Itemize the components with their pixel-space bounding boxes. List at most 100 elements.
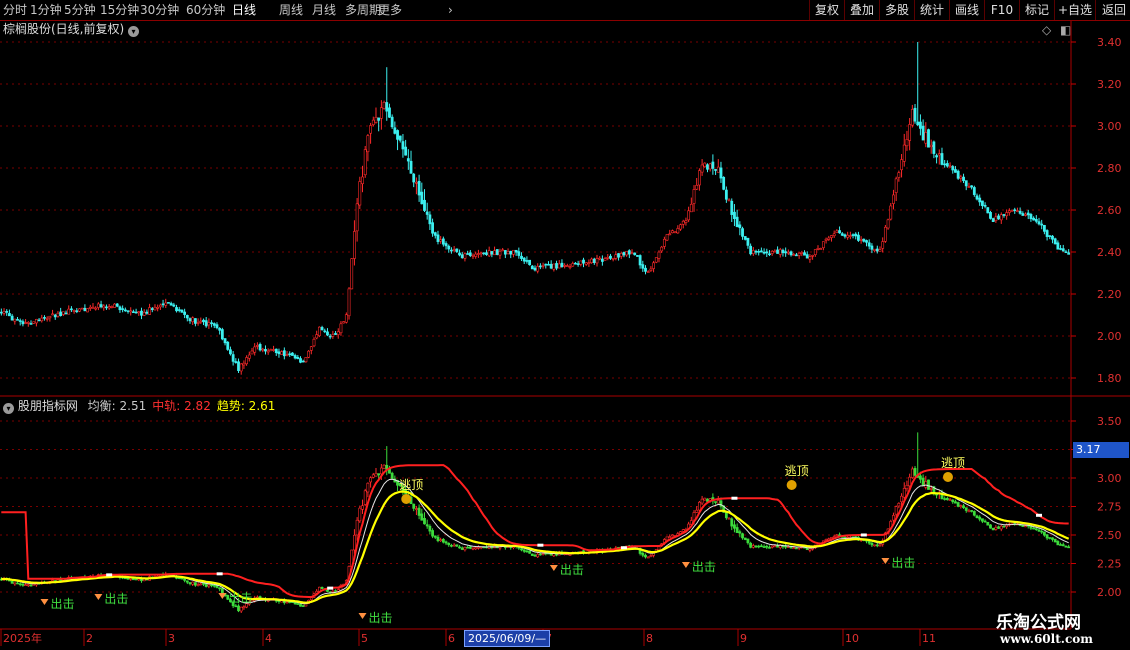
candle-body — [490, 251, 494, 255]
toolbar-button-6[interactable]: 标记 — [1019, 0, 1054, 20]
ind-candle-body — [910, 468, 914, 478]
candle-body — [274, 348, 278, 354]
candle-body — [703, 162, 707, 167]
period-4[interactable]: 30分钟 — [140, 2, 179, 18]
ind-candle — [1053, 538, 1057, 543]
toolbar-button-5[interactable]: F10 — [984, 0, 1019, 20]
period-3[interactable]: 15分钟 — [100, 2, 139, 18]
candle-body — [204, 320, 208, 327]
ind-candle-body — [870, 542, 874, 546]
window-toggle-icon[interactable]: ◧ — [1060, 22, 1071, 38]
chevron-down-icon[interactable]: ▾ — [128, 26, 140, 37]
ind-candle-body — [741, 533, 744, 539]
candle-body — [264, 349, 267, 352]
indicator-name[interactable]: 股朋指标网 — [18, 399, 78, 413]
ind-candle-body — [646, 556, 650, 559]
period-10[interactable]: 更多 — [378, 2, 402, 18]
ind-candle-body — [924, 481, 928, 488]
candle-body — [223, 338, 227, 344]
chevron-down-icon[interactable]: ▾ — [3, 403, 14, 414]
candle-body — [859, 239, 863, 241]
period-7[interactable]: 周线 — [279, 2, 303, 18]
ind-candle-body — [210, 584, 213, 587]
candle — [665, 234, 669, 242]
ind-candle-body — [951, 499, 955, 503]
candle-body — [396, 130, 399, 140]
chevron-right-icon[interactable]: › — [448, 2, 453, 18]
candle-body — [282, 350, 286, 357]
candle-body — [738, 224, 742, 229]
toolbar-button-3[interactable]: 统计 — [914, 0, 949, 20]
candle-body — [191, 317, 195, 323]
kline-chart[interactable]: 3.40 3.20 3.00 2.80 2.60 2.40 2.20 2.00 1.80 3.50… — [0, 21, 1130, 650]
candle-body — [819, 248, 823, 250]
ind-candle-body — [528, 550, 532, 554]
ind-candle-body — [759, 545, 763, 548]
candle-body — [878, 249, 882, 252]
candle-body — [520, 255, 523, 259]
indicator-tick-label: 2.50 — [1097, 529, 1122, 542]
ind-candle-body — [749, 542, 753, 548]
candle-body — [945, 163, 949, 167]
x-axis-label: 2025年 — [3, 631, 42, 645]
candle-body — [431, 222, 434, 234]
candle-body — [115, 303, 119, 307]
ind-candle-body — [989, 524, 992, 529]
period-0[interactable]: 分时 — [3, 2, 27, 18]
ind-candle-body — [784, 545, 788, 548]
candle-body — [304, 357, 308, 363]
ind-candle-body — [795, 547, 798, 550]
period-6[interactable]: 日线 — [232, 2, 256, 18]
candle-body — [506, 251, 510, 255]
candle-body — [353, 231, 356, 259]
candle-body — [142, 312, 146, 316]
x-axis-label: 9 — [740, 632, 747, 645]
ind-candle-body — [649, 555, 653, 557]
candle-body — [768, 253, 771, 256]
ind-candle-body — [962, 505, 965, 508]
ind-candle — [972, 510, 976, 517]
candle-body — [908, 124, 912, 141]
price-pane-title[interactable]: 棕榈股份(日线,前复权) ▾ — [3, 21, 140, 37]
ind-candle-body — [994, 527, 998, 530]
period-2[interactable]: 5分钟 — [64, 2, 96, 18]
period-5[interactable]: 60分钟 — [186, 2, 225, 18]
ind-candle-body — [986, 521, 990, 526]
diamond-icon[interactable]: ◇ — [1042, 22, 1051, 38]
candle-body — [441, 238, 445, 245]
candle — [495, 249, 499, 256]
toolbar-button-0[interactable]: 复权 — [809, 0, 844, 20]
period-8[interactable]: 月线 — [312, 2, 336, 18]
toolbar-button-8[interactable]: 返回 — [1095, 0, 1130, 20]
candle-body — [64, 312, 68, 315]
candle — [654, 257, 658, 264]
ind-candle-body — [536, 553, 540, 558]
candle-body — [172, 304, 176, 307]
candle-body — [983, 204, 987, 207]
ind-candle-body — [309, 597, 313, 601]
candle-body — [328, 335, 332, 338]
candle-body — [665, 234, 669, 241]
candle-body — [266, 350, 270, 353]
period-1[interactable]: 1分钟 — [30, 2, 62, 18]
toolbar-button-4[interactable]: 画线 — [949, 0, 984, 20]
candle-body — [563, 265, 567, 267]
candle-body — [652, 262, 655, 269]
candle-body — [840, 233, 844, 236]
toolbar-button-1[interactable]: 叠加 — [844, 0, 879, 20]
stock-title[interactable]: 棕榈股份(日线,前复权) — [3, 22, 124, 36]
toolbar-button-2[interactable]: 多股 — [879, 0, 914, 20]
candle — [883, 224, 887, 243]
ind-candle-body — [700, 498, 704, 504]
period-9[interactable]: 多周期 — [345, 2, 381, 18]
ind-candle-body — [423, 518, 426, 525]
candle-body — [498, 250, 502, 256]
candle-body — [743, 236, 747, 240]
candle-body — [158, 304, 162, 308]
legend-values: 均衡: 2.51 中轨: 2.82 趋势: 2.61 — [82, 399, 276, 413]
candle-body — [765, 251, 769, 254]
ind-candle-body — [431, 530, 434, 537]
candle — [347, 287, 351, 320]
toolbar-button-7[interactable]: +自选 — [1054, 0, 1095, 20]
candle-body — [455, 248, 459, 252]
